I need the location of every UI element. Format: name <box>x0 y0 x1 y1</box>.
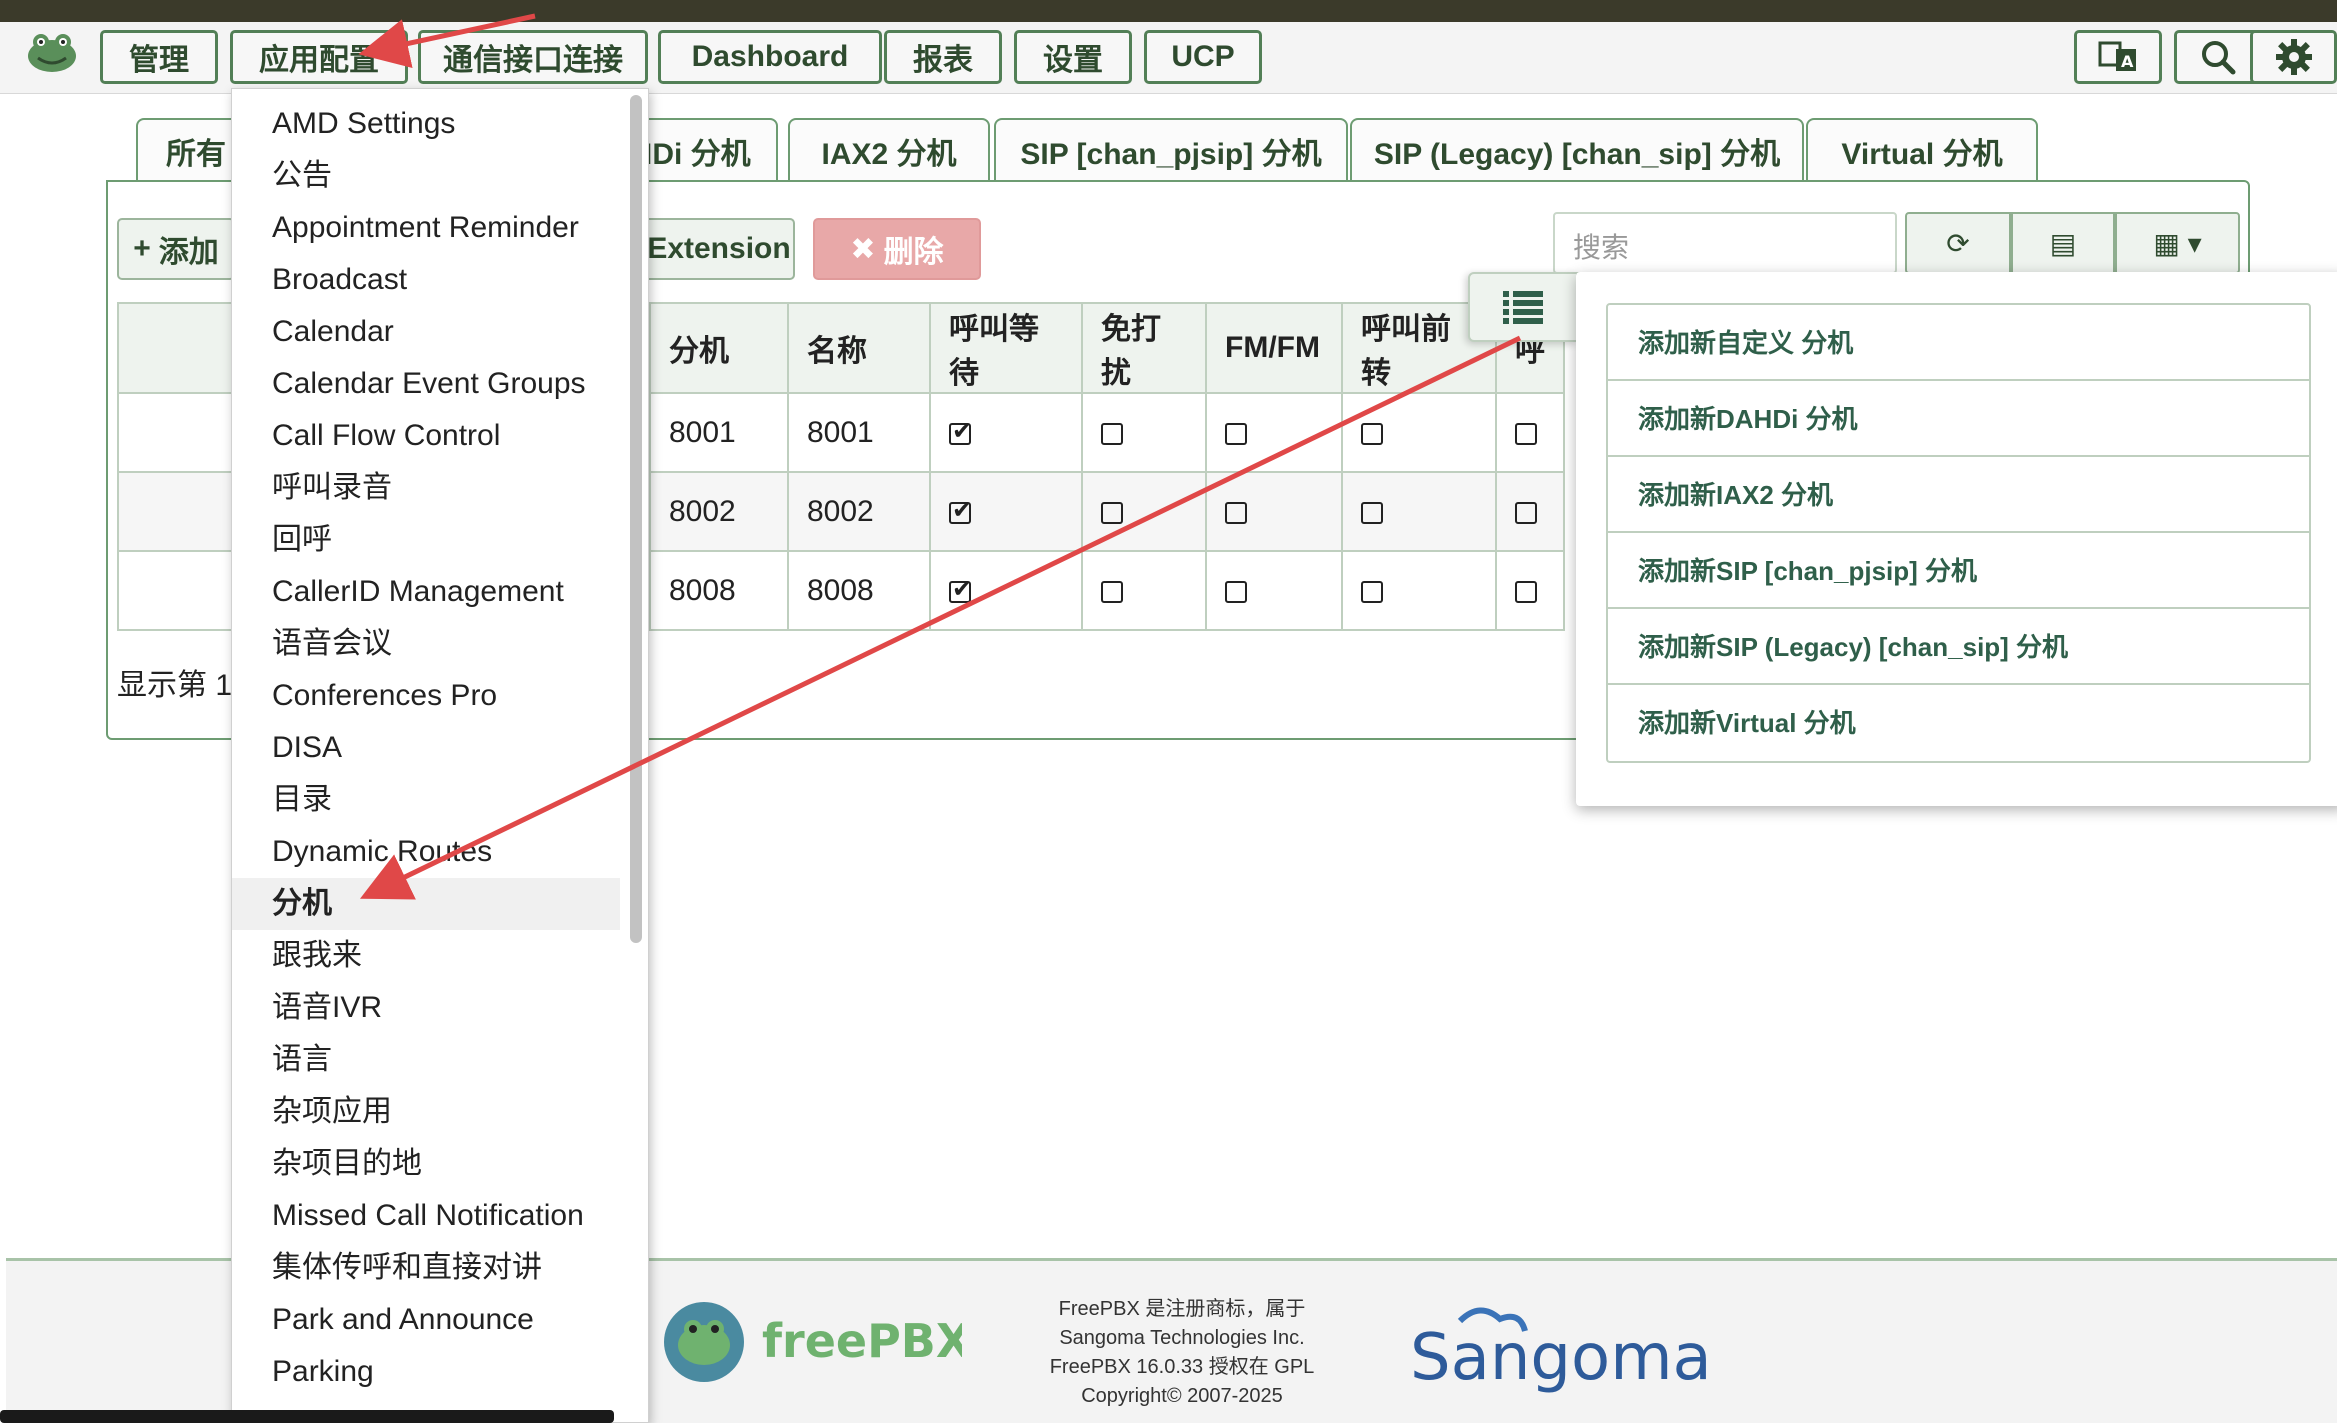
add-extension-menu: 添加新自定义 分机 添加新DAHDi 分机 添加新IAX2 分机 添加新SIP … <box>1576 272 2337 806</box>
menu-item-conferences[interactable]: 语音会议 <box>232 618 620 670</box>
nav-reports[interactable]: 报表 <box>884 30 1002 84</box>
nav-ucp[interactable]: UCP <box>1144 30 1262 84</box>
pagination-info: 显示第 1 <box>117 669 233 702</box>
call-waiting-checkbox[interactable] <box>949 575 972 604</box>
call-forward-checkbox[interactable] <box>1361 422 1383 445</box>
extra-checkbox[interactable] <box>1515 501 1537 524</box>
extra-checkbox[interactable] <box>1515 580 1537 603</box>
bottom-edge-bar <box>0 1410 614 1423</box>
menu-item-missed-call-notification[interactable]: Missed Call Notification <box>232 1190 620 1242</box>
dnd-checkbox[interactable] <box>1101 422 1123 445</box>
column-header-call-waiting[interactable]: 呼叫等待 <box>929 302 1083 394</box>
menu-item-calendar[interactable]: Calendar <box>232 306 620 358</box>
close-icon: ✖ <box>850 232 876 266</box>
dnd-checkbox[interactable] <box>1101 501 1123 524</box>
refresh-icon[interactable]: ⟳ <box>1905 212 2011 274</box>
nav-dashboard[interactable]: Dashboard <box>658 30 882 84</box>
menu-item-call-recording[interactable]: 呼叫录音 <box>232 462 620 514</box>
menu-item-amd-settings[interactable]: AMD Settings <box>232 98 620 150</box>
add-iax2-extension[interactable]: 添加新IAX2 分机 <box>1608 457 2309 533</box>
menu-item-call-flow-control[interactable]: Call Flow Control <box>232 410 620 462</box>
column-header-extension[interactable]: 分机 <box>649 302 789 394</box>
menu-item-ivr[interactable]: 语音IVR <box>232 982 620 1034</box>
menu-item-conferences-pro[interactable]: Conferences Pro <box>232 670 620 722</box>
call-forward-checkbox[interactable] <box>1361 580 1383 603</box>
menu-item-park-and-announce[interactable]: Park and Announce <box>232 1294 620 1346</box>
sangoma-logo[interactable]: Sangoma <box>1400 1301 1780 1401</box>
nav-connectivity[interactable]: 通信接口连接 <box>418 30 648 84</box>
add-dahdi-extension[interactable]: 添加新DAHDi 分机 <box>1608 381 2309 457</box>
cell-name: 8001 <box>787 392 931 473</box>
fmfm-checkbox[interactable] <box>1225 580 1247 603</box>
tab-virtual[interactable]: Virtual 分机 <box>1806 118 2038 182</box>
menu-item-calendar-event-groups[interactable]: Calendar Event Groups <box>232 358 620 410</box>
menu-item-dynamic-routes[interactable]: Dynamic Routes <box>232 826 620 878</box>
footer-copyright: FreePBX 是注册商标，属于 Sangoma Technologies In… <box>1049 1298 1315 1407</box>
tab-iax2[interactable]: IAX2 分机 <box>788 118 990 182</box>
bulk-extension-button[interactable]: Extension <box>643 218 795 280</box>
cell-extension: 8002 <box>649 471 789 552</box>
add-virtual-extension[interactable]: 添加新Virtual 分机 <box>1608 685 2309 761</box>
menu-item-extensions[interactable]: 分机 <box>232 878 620 930</box>
cell-extension: 8008 <box>649 550 789 631</box>
dnd-checkbox[interactable] <box>1101 580 1123 603</box>
extra-checkbox[interactable] <box>1515 422 1537 445</box>
menu-item-misc-applications[interactable]: 杂项应用 <box>232 1086 620 1138</box>
cell-extension: 8001 <box>649 392 789 473</box>
top-strip <box>0 0 2337 22</box>
add-pjsip-extension[interactable]: 添加新SIP [chan_pjsip] 分机 <box>1608 533 2309 609</box>
columns-grid-icon[interactable]: ▦ ▾ <box>2115 212 2240 274</box>
nav-settings[interactable]: 设置 <box>1014 30 1132 84</box>
cell-name: 8002 <box>787 471 931 552</box>
menu-item-languages[interactable]: 语言 <box>232 1034 620 1086</box>
svg-text:freePBX: freePBX <box>762 1314 962 1368</box>
nav-applications[interactable]: 应用配置 <box>230 30 408 84</box>
list-view-icon[interactable]: ▤ <box>2011 212 2115 274</box>
add-extension-list: 添加新自定义 分机 添加新DAHDi 分机 添加新IAX2 分机 添加新SIP … <box>1606 303 2311 763</box>
svg-text:Sangoma: Sangoma <box>1410 1321 1712 1395</box>
call-waiting-checkbox[interactable] <box>949 417 972 446</box>
delete-button[interactable]: ✖ 删除 <box>813 218 981 280</box>
column-header-name[interactable]: 名称 <box>787 302 931 394</box>
menu-item-callback[interactable]: 回呼 <box>232 514 620 566</box>
fmfm-checkbox[interactable] <box>1225 422 1247 445</box>
call-forward-checkbox[interactable] <box>1361 501 1383 524</box>
svg-text:A: A <box>2121 52 2134 71</box>
tab-pjsip[interactable]: SIP [chan_pjsip] 分机 <box>994 118 1348 182</box>
menu-item-directory[interactable]: 目录 <box>232 774 620 826</box>
menu-item-broadcast[interactable]: Broadcast <box>232 254 620 306</box>
top-navbar: 管理 应用配置 通信接口连接 Dashboard 报表 设置 UCP A <box>0 22 2337 94</box>
call-waiting-checkbox[interactable] <box>949 496 972 525</box>
menu-item-parking[interactable]: Parking <box>232 1346 620 1398</box>
menu-item-misc-destinations[interactable]: 杂项目的地 <box>232 1138 620 1190</box>
menu-item-callerid-management[interactable]: CallerID Management <box>232 566 620 618</box>
freepbx-frog-logo-icon[interactable] <box>24 28 80 76</box>
dropdown-scrollbar[interactable] <box>630 95 642 943</box>
menu-item-paging-intercom[interactable]: 集体传呼和直接对讲 <box>232 1242 620 1294</box>
plus-icon: + <box>133 232 151 265</box>
add-custom-extension[interactable]: 添加新自定义 分机 <box>1608 305 2309 381</box>
nav-admin[interactable]: 管理 <box>100 30 218 84</box>
translate-icon[interactable]: A <box>2074 30 2162 84</box>
fmfm-checkbox[interactable] <box>1225 501 1247 524</box>
freepbx-logo[interactable]: freePBX <box>662 1297 971 1387</box>
search-icon[interactable] <box>2174 30 2262 84</box>
search-input[interactable]: 搜索 <box>1553 212 1897 274</box>
column-header-fmfm[interactable]: FM/FM <box>1205 302 1343 394</box>
tab-sip-legacy[interactable]: SIP (Legacy) [chan_sip] 分机 <box>1350 118 1804 182</box>
add-extension-button[interactable]: + 添加 <box>117 218 235 280</box>
menu-item-follow-me[interactable]: 跟我来 <box>232 930 620 982</box>
gear-icon[interactable] <box>2250 30 2337 84</box>
add-menu-toggle-list-icon[interactable] <box>1468 272 1578 342</box>
menu-item-disa[interactable]: DISA <box>232 722 620 774</box>
menu-item-announcements[interactable]: 公告 <box>232 150 620 202</box>
menu-item-appointment-reminder[interactable]: Appointment Reminder <box>232 202 620 254</box>
cell-name: 8008 <box>787 550 931 631</box>
add-sip-legacy-extension[interactable]: 添加新SIP (Legacy) [chan_sip] 分机 <box>1608 609 2309 685</box>
column-header-dnd[interactable]: 免打扰 <box>1081 302 1207 394</box>
applications-dropdown-menu: AMD Settings 公告 Appointment Reminder Bro… <box>231 88 649 1423</box>
